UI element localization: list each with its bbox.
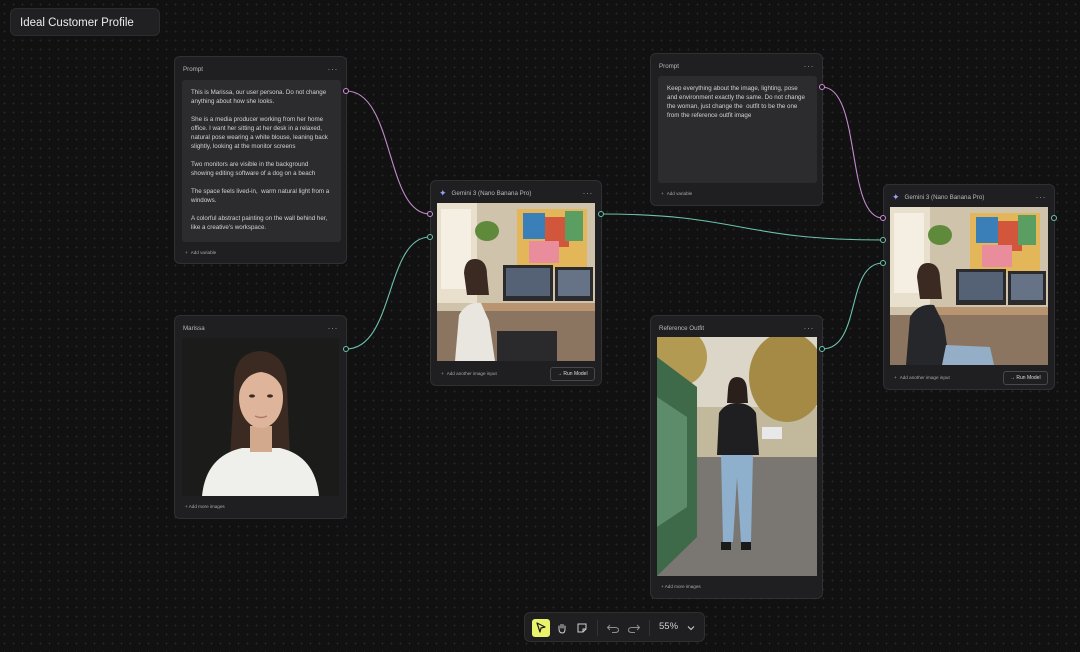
wire-gemini1-to-gemini2 bbox=[600, 213, 884, 241]
generated-image bbox=[437, 203, 595, 361]
arrow-right-icon: → bbox=[1010, 375, 1015, 381]
run-model-label: Run Model bbox=[563, 371, 588, 377]
run-model-label: Run Model bbox=[1016, 375, 1041, 381]
gemini-model-node-1[interactable]: ✦ Gemini 3 (Nano Banana Pro) ··· + Add a… bbox=[430, 180, 602, 386]
prompt-text-area[interactable]: Keep everything about the image, lightin… bbox=[658, 76, 817, 183]
redo-icon bbox=[627, 624, 641, 633]
board-title[interactable]: Ideal Customer Profile bbox=[10, 8, 160, 36]
gemini-model-node-2[interactable]: ✦ Gemini 3 (Nano Banana Pro) ··· + Add a… bbox=[883, 184, 1055, 390]
output-port[interactable] bbox=[598, 211, 604, 217]
prompt-node-1[interactable]: Prompt ··· This is Marissa, our user per… bbox=[174, 56, 347, 264]
sparkle-icon: ✦ bbox=[439, 187, 447, 198]
marissa-image-node[interactable]: Marissa ··· + Add more images bbox=[174, 315, 347, 519]
add-more-images-button[interactable]: + Add more images bbox=[185, 504, 225, 509]
zoom-level[interactable]: 55% bbox=[659, 621, 678, 632]
toolbar-divider bbox=[649, 620, 650, 636]
plus-icon: + bbox=[661, 191, 664, 196]
node-title: Prompt bbox=[183, 65, 203, 73]
more-menu-icon[interactable]: ··· bbox=[804, 61, 815, 71]
wire-prompt1-to-gemini1 bbox=[345, 90, 431, 215]
sparkle-icon: ✦ bbox=[892, 191, 900, 202]
select-icon bbox=[536, 622, 546, 633]
arrow-right-icon: → bbox=[557, 371, 562, 377]
node-title: Gemini 3 (Nano Banana Pro) bbox=[904, 193, 985, 201]
add-image-input-button[interactable]: + Add another image input bbox=[441, 371, 497, 376]
more-menu-icon[interactable]: ··· bbox=[328, 323, 339, 333]
output-port[interactable] bbox=[343, 88, 349, 94]
select-tool-button[interactable] bbox=[532, 619, 550, 637]
more-menu-icon[interactable]: ··· bbox=[328, 64, 339, 74]
undo-button[interactable] bbox=[604, 619, 622, 637]
add-image-input-label: Add another image input bbox=[899, 375, 950, 380]
zoom-menu-button[interactable] bbox=[682, 619, 700, 637]
more-menu-icon[interactable]: ··· bbox=[804, 323, 815, 333]
sticky-note-tool-button[interactable] bbox=[573, 619, 591, 637]
add-image-input-button[interactable]: + Add another image input bbox=[894, 375, 950, 380]
output-port[interactable] bbox=[819, 84, 825, 90]
plus-icon: + bbox=[185, 250, 188, 255]
add-variable-button[interactable]: + Add variable bbox=[661, 191, 692, 196]
input-port[interactable] bbox=[880, 260, 886, 266]
outfit-image bbox=[657, 337, 817, 576]
add-variable-label: Add variable bbox=[666, 191, 693, 196]
run-model-button[interactable]: → Run Model bbox=[550, 367, 595, 381]
input-port[interactable] bbox=[427, 211, 433, 217]
toolbar-divider bbox=[597, 620, 598, 636]
input-port[interactable] bbox=[880, 215, 886, 221]
hand-icon bbox=[558, 624, 566, 634]
add-image-input-label: Add another image input bbox=[446, 371, 497, 376]
portrait-image bbox=[182, 338, 339, 496]
output-port[interactable] bbox=[819, 346, 825, 352]
prompt-node-2[interactable]: Prompt ··· Keep everything about the ima… bbox=[650, 53, 823, 206]
hand-tool-button[interactable] bbox=[553, 619, 571, 637]
run-model-button[interactable]: → Run Model bbox=[1003, 371, 1048, 385]
add-more-images-button[interactable]: + Add more images bbox=[661, 584, 701, 589]
plus-icon: + bbox=[894, 375, 897, 380]
sticky-note-icon bbox=[577, 623, 587, 633]
node-title: Gemini 3 (Nano Banana Pro) bbox=[451, 189, 532, 197]
wire-prompt2-to-gemini2 bbox=[821, 86, 884, 219]
add-variable-button[interactable]: + Add variable bbox=[185, 250, 216, 255]
reference-outfit-node[interactable]: Reference Outfit ··· + Add more images bbox=[650, 315, 823, 599]
node-title: Reference Outfit bbox=[659, 324, 705, 332]
node-title: Prompt bbox=[659, 62, 679, 70]
input-port[interactable] bbox=[880, 237, 886, 243]
more-menu-icon[interactable]: ··· bbox=[1036, 192, 1047, 202]
node-title: Marissa bbox=[183, 324, 205, 332]
wire-marissa-to-gemini1 bbox=[345, 236, 431, 350]
wire-reference-to-gemini2 bbox=[821, 262, 884, 350]
output-port[interactable] bbox=[343, 346, 349, 352]
input-port[interactable] bbox=[427, 234, 433, 240]
canvas-toolbar: 55% bbox=[524, 612, 705, 642]
redo-button[interactable] bbox=[625, 619, 643, 637]
output-port[interactable] bbox=[1051, 215, 1057, 221]
plus-icon: + bbox=[441, 371, 444, 376]
more-menu-icon[interactable]: ··· bbox=[583, 188, 594, 198]
add-variable-label: Add variable bbox=[190, 250, 217, 255]
prompt-text-area[interactable]: This is Marissa, our user persona. Do no… bbox=[182, 80, 341, 242]
undo-icon bbox=[606, 624, 620, 633]
generated-image bbox=[890, 207, 1048, 365]
chevron-down-icon bbox=[687, 626, 695, 631]
